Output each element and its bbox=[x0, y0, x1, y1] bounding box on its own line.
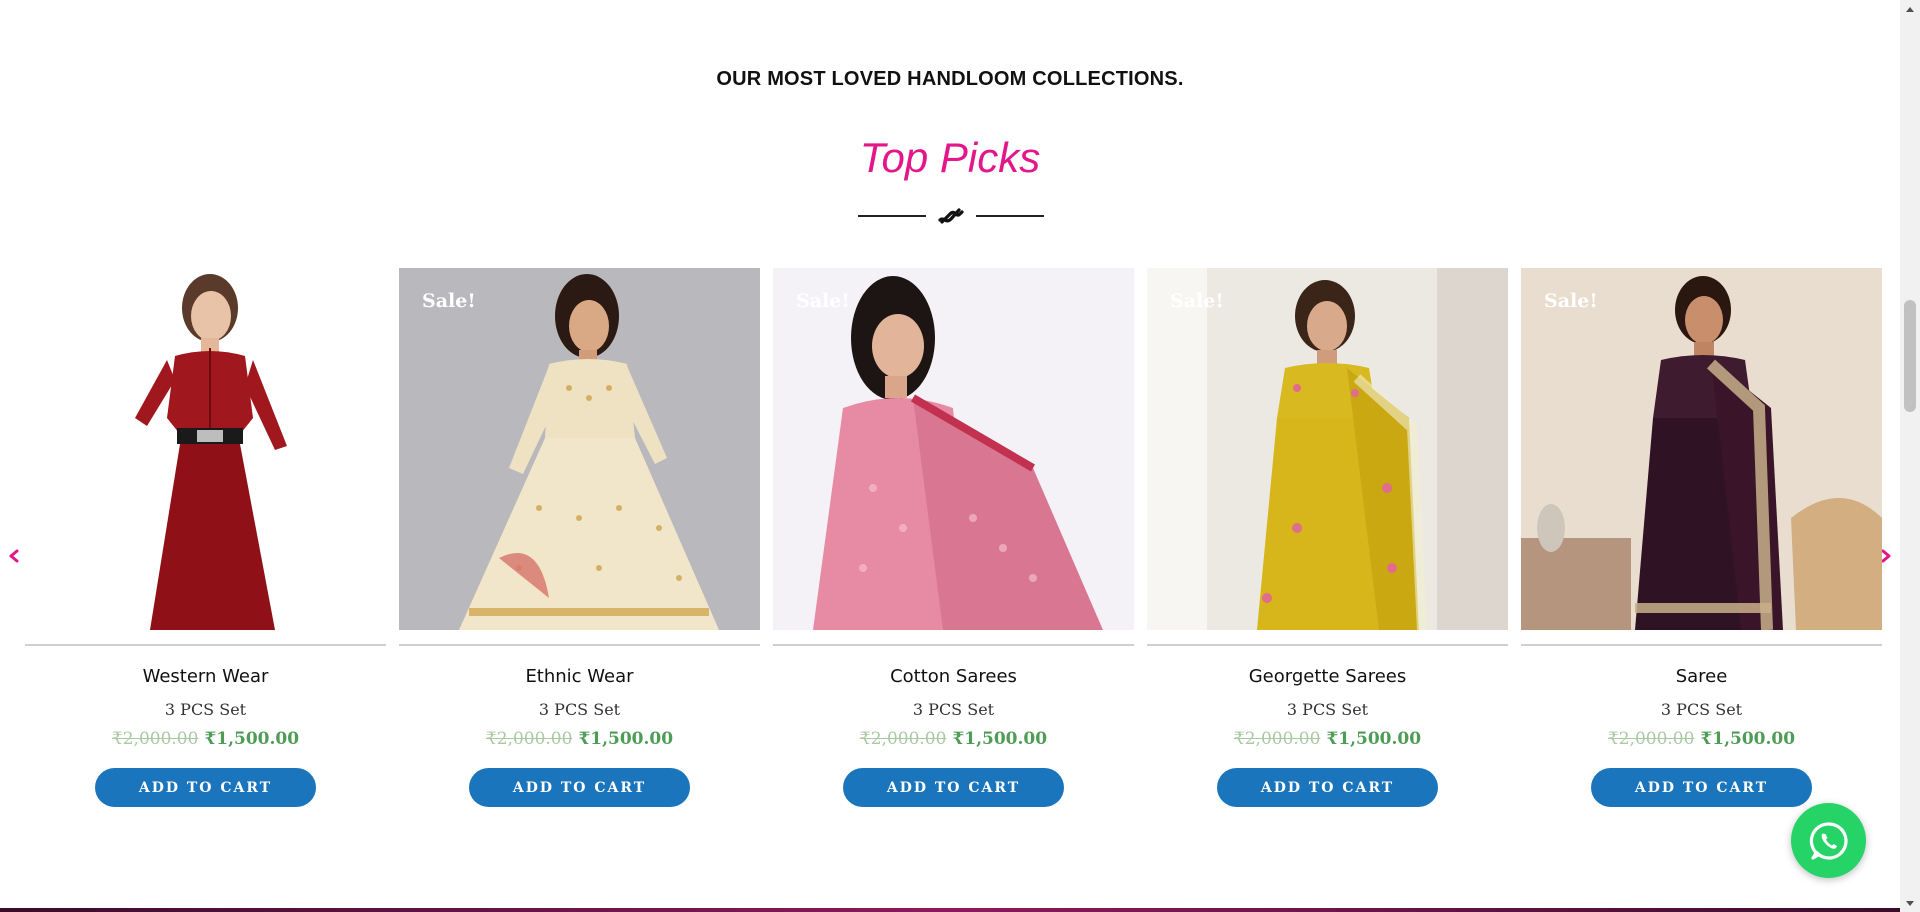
product-photo-western-wear bbox=[25, 268, 386, 630]
title-divider bbox=[858, 200, 1044, 232]
product-image[interactable]: Sale! bbox=[773, 268, 1134, 630]
chevron-left-icon bbox=[9, 549, 19, 563]
caret-down-icon bbox=[1906, 900, 1914, 906]
product-name[interactable]: Saree bbox=[1521, 666, 1882, 687]
product-subtitle: 3 PCS Set bbox=[912, 700, 995, 719]
footer-edge bbox=[0, 908, 1900, 912]
original-price: ₹2,000.00 bbox=[1607, 729, 1695, 749]
product-subtitle: 3 PCS Set bbox=[164, 700, 247, 719]
product-price: ₹2,000.00 ₹1,500.00 bbox=[25, 729, 386, 749]
original-price: ₹2,000.00 bbox=[485, 729, 573, 749]
original-price: ₹2,000.00 bbox=[111, 729, 199, 749]
sale-price: ₹1,500.00 bbox=[204, 729, 300, 749]
product-name[interactable]: Western Wear bbox=[25, 666, 386, 687]
original-price: ₹2,000.00 bbox=[1233, 729, 1321, 749]
card-divider bbox=[1147, 644, 1508, 646]
sale-price: ₹1,500.00 bbox=[952, 729, 1048, 749]
section-title: Top Picks bbox=[859, 134, 1041, 181]
sale-badge: Sale! bbox=[1170, 290, 1224, 312]
sale-price: ₹1,500.00 bbox=[1700, 729, 1796, 749]
sale-badge: Sale! bbox=[1544, 290, 1598, 312]
product-name[interactable]: Georgette Sarees bbox=[1147, 666, 1508, 687]
card-divider bbox=[773, 644, 1134, 646]
product-name[interactable]: Ethnic Wear bbox=[399, 666, 760, 687]
product-price: ₹2,000.00 ₹1,500.00 bbox=[399, 729, 760, 749]
product-name[interactable]: Cotton Sarees bbox=[773, 666, 1134, 687]
card-divider bbox=[1521, 644, 1882, 646]
product-subtitle: 3 PCS Set bbox=[538, 700, 621, 719]
sale-badge: Sale! bbox=[422, 290, 476, 312]
whatsapp-icon bbox=[1809, 821, 1848, 860]
product-price: ₹2,000.00 ₹1,500.00 bbox=[773, 729, 1134, 749]
whatsapp-chat-button[interactable] bbox=[1791, 803, 1866, 878]
add-to-cart-button[interactable]: ADD TO CART bbox=[1591, 768, 1812, 807]
product-card: Sale! Saree 3 PCS Set ₹2,000.00 ₹1,500.00… bbox=[1521, 268, 1882, 828]
product-card: Sale! Ethnic Wear 3 PCS Set ₹2,000.00 ₹1,… bbox=[399, 268, 760, 828]
product-image[interactable]: Sale! bbox=[399, 268, 760, 630]
product-carousel: Western Wear 3 PCS Set ₹2,000.00 ₹1,500.0… bbox=[25, 268, 1882, 828]
section-eyebrow: OUR MOST LOVED HANDLOOM COLLECTIONS. bbox=[716, 68, 1184, 90]
sale-badge: Sale! bbox=[796, 290, 850, 312]
card-divider bbox=[399, 644, 760, 646]
product-image[interactable]: Sale! bbox=[1147, 268, 1508, 630]
original-price: ₹2,000.00 bbox=[859, 729, 947, 749]
scroll-down-arrow[interactable] bbox=[1900, 895, 1920, 912]
product-card: Sale! Georgette Sarees 3 PCS Set ₹2,000.… bbox=[1147, 268, 1508, 828]
scrollbar-thumb[interactable] bbox=[1904, 300, 1916, 412]
add-to-cart-button[interactable]: ADD TO CART bbox=[95, 768, 316, 807]
sale-price: ₹1,500.00 bbox=[1326, 729, 1422, 749]
product-image[interactable] bbox=[25, 268, 386, 630]
caret-up-icon bbox=[1906, 6, 1914, 12]
divider-ornament-icon bbox=[938, 208, 964, 224]
product-photo-ethnic-wear bbox=[399, 268, 760, 630]
divider-line-left bbox=[858, 215, 926, 217]
page: OUR MOST LOVED HANDLOOM COLLECTIONS. Top… bbox=[0, 0, 1900, 912]
card-divider bbox=[25, 644, 386, 646]
product-photo-saree bbox=[1521, 268, 1882, 630]
page-scrollbar[interactable] bbox=[1900, 0, 1920, 912]
scroll-up-arrow[interactable] bbox=[1900, 0, 1920, 17]
carousel-prev-button[interactable] bbox=[4, 545, 24, 567]
divider-line-right bbox=[976, 215, 1044, 217]
add-to-cart-button[interactable]: ADD TO CART bbox=[843, 768, 1064, 807]
product-card: Western Wear 3 PCS Set ₹2,000.00 ₹1,500.0… bbox=[25, 268, 386, 828]
product-card: Sale! Cotton Sarees 3 PCS Set ₹2,000.00 ₹… bbox=[773, 268, 1134, 828]
product-subtitle: 3 PCS Set bbox=[1286, 700, 1369, 719]
product-image[interactable]: Sale! bbox=[1521, 268, 1882, 630]
product-price: ₹2,000.00 ₹1,500.00 bbox=[1147, 729, 1508, 749]
product-photo-cotton-sarees bbox=[773, 268, 1134, 630]
add-to-cart-button[interactable]: ADD TO CART bbox=[469, 768, 690, 807]
product-photo-georgette-sarees bbox=[1147, 268, 1508, 630]
product-price: ₹2,000.00 ₹1,500.00 bbox=[1521, 729, 1882, 749]
sale-price: ₹1,500.00 bbox=[578, 729, 674, 749]
product-subtitle: 3 PCS Set bbox=[1660, 700, 1743, 719]
add-to-cart-button[interactable]: ADD TO CART bbox=[1217, 768, 1438, 807]
